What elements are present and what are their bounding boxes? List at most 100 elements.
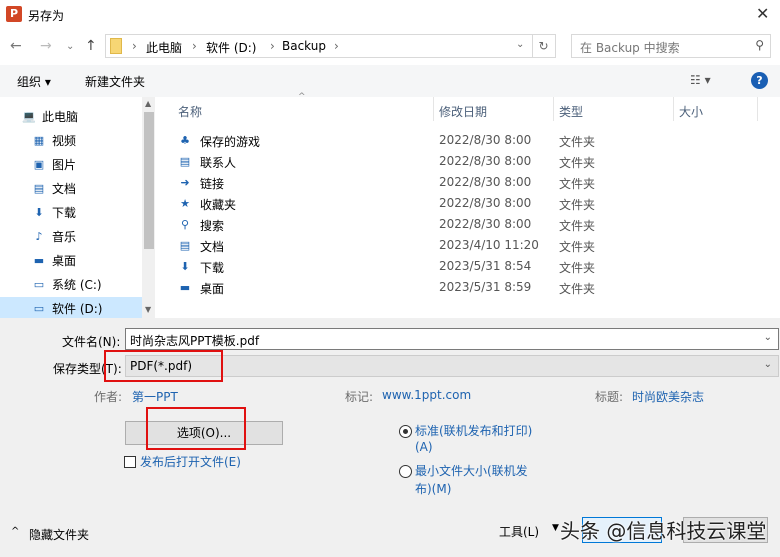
filename-input[interactable]: 时尚杂志风PPT模板.pdf ⌄: [125, 328, 779, 350]
nav-item-icon: ▣: [33, 157, 45, 171]
standard-radio-label[interactable]: 标准(联机发布和打印): [415, 422, 532, 439]
organize-button[interactable]: 组织 ▾: [17, 73, 51, 90]
chevron-up-icon: ^: [11, 526, 20, 537]
title-value[interactable]: 时尚欧美杂志: [632, 388, 704, 405]
file-date: 2023/5/31 8:54: [439, 259, 532, 273]
minimum-size-radio-label[interactable]: 最小文件大小(联机发: [415, 462, 528, 479]
file-row[interactable]: ⬇ 下载 2023/5/31 8:54 文件夹: [176, 256, 766, 277]
file-row[interactable]: ➜ 链接 2022/8/30 8:00 文件夹: [176, 172, 766, 193]
nav-item-icon: ▭: [33, 301, 45, 315]
navigation-pane: 💻 此电脑 ▦ 视频 ▣ 图片 ▤ 文档 ⬇ 下载 ♪ 音乐 ▬ 桌面 ▭ 系统 (C:) ▭ 软件 (D:): [0, 97, 155, 319]
back-button[interactable]: ←: [10, 38, 22, 54]
file-type: 文件夹: [559, 240, 596, 254]
file-row[interactable]: ⚲ 搜索 2022/8/30 8:00 文件夹: [176, 214, 766, 235]
folder-icon: ➜: [180, 176, 190, 189]
folder-icon: [110, 38, 122, 54]
tools-button[interactable]: 工具(L): [499, 523, 539, 540]
file-type: 文件夹: [559, 261, 596, 275]
breadcrumb-backup[interactable]: Backup: [282, 39, 326, 53]
nav-item-icon: ♪: [35, 229, 43, 243]
open-after-publish-label[interactable]: 发布后打开文件(E): [140, 453, 241, 470]
file-row[interactable]: ★ 收藏夹 2022/8/30 8:00 文件夹: [176, 193, 766, 214]
nav-item-label: 图片: [52, 157, 77, 172]
nav-item-icon: ⬇: [34, 205, 44, 219]
nav-item[interactable]: ▣ 图片: [32, 153, 152, 175]
help-button[interactable]: ?: [751, 72, 768, 89]
nav-item[interactable]: ▦ 视频: [32, 129, 152, 151]
chevron-right-icon: ›: [270, 39, 275, 53]
history-dropdown-icon[interactable]: ⌄: [516, 39, 524, 50]
folder-icon: ♣: [180, 134, 190, 147]
file-date: 2023/5/31 8:59: [439, 280, 532, 294]
folder-icon: ▬: [179, 281, 191, 294]
file-date: 2023/4/10 11:20: [439, 238, 539, 252]
nav-item[interactable]: ▤ 文档: [32, 177, 152, 199]
file-name: 下载: [200, 261, 225, 275]
title-bar: P 另存为 ✕: [0, 0, 780, 30]
search-icon: ⚲: [755, 38, 764, 52]
folder-icon: ▤: [179, 239, 191, 252]
search-placeholder: 在 Backup 中搜索: [580, 41, 680, 55]
forward-button[interactable]: →: [40, 38, 52, 54]
address-bar[interactable]: › 此电脑 › 软件 (D:) › Backup › ⌄: [105, 34, 533, 58]
file-name: 收藏夹: [200, 198, 237, 212]
chevron-down-icon[interactable]: ⌄: [764, 332, 772, 343]
column-header-name[interactable]: 名称: [178, 103, 202, 120]
highlight-box: [104, 350, 223, 382]
chevron-right-icon: ›: [192, 39, 197, 53]
file-row[interactable]: ▤ 联系人 2022/8/30 8:00 文件夹: [176, 151, 766, 172]
new-folder-button[interactable]: 新建文件夹: [85, 73, 145, 90]
file-name: 链接: [200, 177, 225, 191]
nav-item-label: 软件 (D:): [52, 301, 103, 316]
file-date: 2022/8/30 8:00: [439, 217, 532, 231]
nav-item-label: 文档: [52, 181, 77, 196]
file-type: 文件夹: [559, 198, 596, 212]
nav-item-label: 此电脑: [42, 109, 79, 124]
refresh-button[interactable]: ↻: [532, 34, 556, 58]
standard-radio[interactable]: [399, 425, 412, 438]
nav-item[interactable]: ⬇ 下载: [32, 201, 152, 223]
view-options-button[interactable]: ☷ ▾: [690, 73, 711, 87]
search-input[interactable]: 在 Backup 中搜索 ⚲: [571, 34, 771, 58]
file-row[interactable]: ▤ 文档 2023/4/10 11:20 文件夹: [176, 235, 766, 256]
file-date: 2022/8/30 8:00: [439, 154, 532, 168]
nav-item-icon: 💻: [22, 109, 36, 123]
hide-folders-button[interactable]: 隐藏文件夹: [29, 526, 89, 543]
file-row[interactable]: ♣ 保存的游戏 2022/8/30 8:00 文件夹: [176, 130, 766, 151]
file-name: 保存的游戏: [200, 135, 261, 149]
nav-item-label: 下载: [52, 205, 77, 220]
column-header-type[interactable]: 类型: [559, 103, 583, 120]
open-after-publish-checkbox[interactable]: [124, 456, 136, 468]
nav-scrollbar-thumb[interactable]: [144, 112, 154, 249]
file-name: 搜索: [200, 219, 225, 233]
column-header-date[interactable]: 修改日期: [439, 103, 487, 120]
nav-item-icon: ▬: [33, 253, 45, 267]
column-header-size[interactable]: 大小: [679, 103, 703, 120]
tags-label: 标记:: [345, 390, 374, 404]
recent-dropdown[interactable]: ⌄: [66, 41, 74, 52]
folder-icon: ▤: [179, 155, 191, 168]
tags-value[interactable]: www.1ppt.com: [382, 388, 471, 402]
chevron-right-icon: ›: [132, 39, 137, 53]
minimum-size-radio[interactable]: [399, 465, 412, 478]
file-date: 2022/8/30 8:00: [439, 133, 532, 147]
file-date: 2022/8/30 8:00: [439, 196, 532, 210]
nav-item-icon: ▦: [33, 133, 45, 147]
breadcrumb-this-pc[interactable]: 此电脑: [146, 39, 182, 56]
author-value[interactable]: 第一PPT: [132, 388, 178, 405]
close-button[interactable]: ✕: [756, 4, 769, 23]
minimum-size-radio-label-2: 布)(M): [415, 482, 452, 496]
nav-item[interactable]: 💻 此电脑: [22, 105, 142, 127]
nav-item-icon: ▤: [33, 181, 45, 195]
nav-item[interactable]: ♪ 音乐: [32, 225, 152, 247]
up-button[interactable]: ↑: [85, 38, 97, 54]
nav-item[interactable]: ▭ 系统 (C:): [32, 273, 152, 295]
nav-item[interactable]: ▬ 桌面: [32, 249, 152, 271]
file-type: 文件夹: [559, 177, 596, 191]
breadcrumb-drive-d[interactable]: 软件 (D:): [206, 39, 256, 56]
save-type-select[interactable]: PDF(*.pdf) ⌄: [125, 355, 779, 377]
file-row[interactable]: ▬ 桌面 2023/5/31 8:59 文件夹: [176, 277, 766, 298]
nav-item[interactable]: ▭ 软件 (D:): [0, 297, 142, 319]
file-type: 文件夹: [559, 135, 596, 149]
standard-radio-label-2: (A): [415, 440, 433, 454]
